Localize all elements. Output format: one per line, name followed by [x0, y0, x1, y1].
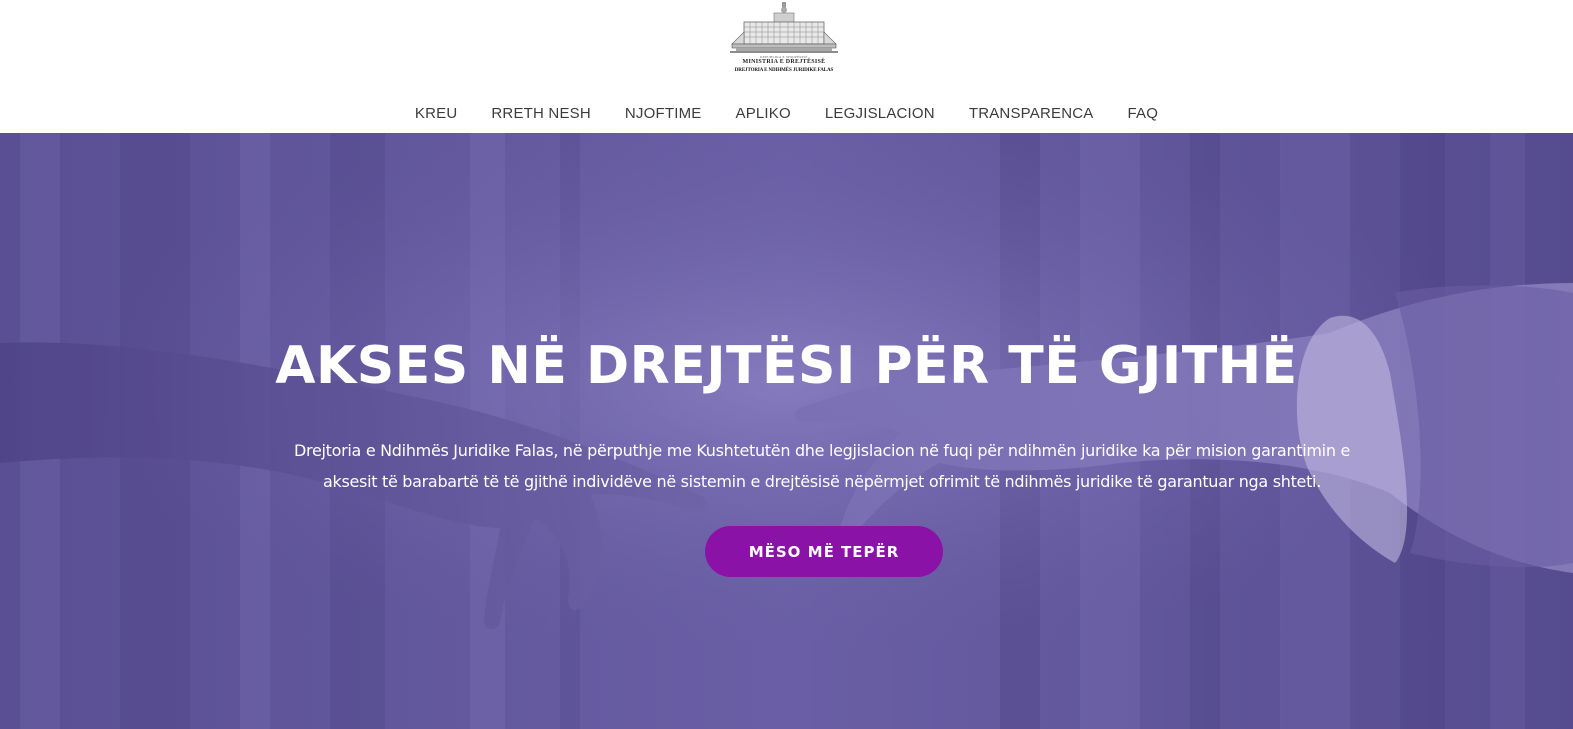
hero-section: AKSES NË DREJTËSI PËR TË GJITHË Drejtori…	[0, 133, 1573, 729]
ministry-logo[interactable]: REPUBLIKA E SHQIPËRISË MINISTRIA E DREJT…	[730, 0, 838, 80]
nav-item-rreth-nesh[interactable]: RRETH NESH	[474, 105, 608, 122]
hero-background-image	[0, 133, 1573, 729]
nav-item-legjislacion[interactable]: LEGJISLACION	[808, 105, 952, 122]
hero-description: Drejtoria e Ndihmës Juridike Falas, në p…	[294, 441, 1350, 491]
nav-item-apliko[interactable]: APLIKO	[718, 105, 807, 122]
site-header: REPUBLIKA E SHQIPËRISË MINISTRIA E DREJT…	[0, 0, 1573, 133]
nav-item-faq[interactable]: FAQ	[1110, 105, 1175, 122]
main-nav: KREU RRETH NESH NJOFTIME APLIKO LEGJISLA…	[0, 101, 1573, 125]
learn-more-button[interactable]: MËSO MË TEPËR	[705, 526, 943, 577]
hero-title: AKSES NË DREJTËSI PËR TË GJITHË	[275, 336, 1298, 396]
logo-text-directorate: DREJTORIA E NDIHMËS JURIDIKE FALAS	[734, 68, 834, 73]
logo-text-ministry: MINISTRIA E DREJTËSISË	[742, 59, 826, 65]
ministry-building-icon	[730, 2, 838, 53]
nav-item-transparenca[interactable]: TRANSPARENCA	[952, 105, 1111, 122]
nav-item-kreu[interactable]: KREU	[398, 105, 474, 122]
nav-item-njoftime[interactable]: NJOFTIME	[608, 105, 719, 122]
